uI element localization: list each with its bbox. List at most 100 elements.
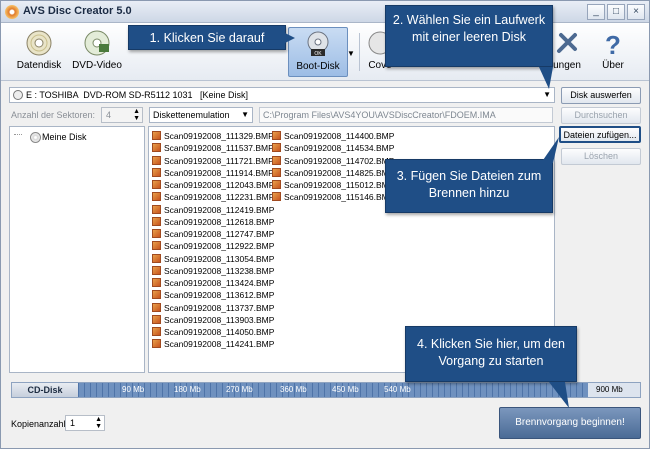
image-file-icon	[272, 192, 281, 202]
callout-step-2: 2. Wählen Sie ein Laufwerk mit einer lee…	[385, 5, 553, 67]
app-window: AVS Disc Creator 5.0 _ □ × Datendisk DVD…	[0, 0, 650, 449]
emulation-select[interactable]: Diskettenemulation ▼	[149, 107, 253, 123]
minimize-button[interactable]: _	[587, 4, 605, 20]
eject-disk-button[interactable]: Disk auswerfen	[561, 87, 641, 104]
file-item[interactable]: Scan09192008_113238.BMP	[152, 265, 274, 277]
sectors-stepper[interactable]: 4 ▲ ▼	[101, 107, 143, 123]
tree-item-my-disk[interactable]: Meine Disk	[30, 132, 87, 143]
image-file-icon	[152, 180, 161, 189]
image-path-field[interactable]: C:\Program Files\AVS4YOU\AVSDiscCreator\…	[259, 107, 553, 123]
file-item[interactable]: Scan09192008_112043.BMP	[152, 179, 274, 191]
file-name: Scan09192008_111914.BMP	[164, 167, 274, 178]
file-name: Scan09192008_113903.BMP	[164, 314, 275, 325]
image-file-icon	[152, 339, 161, 349]
maximize-button[interactable]: □	[607, 4, 625, 20]
file-item[interactable]: Scan09192008_113903.BMP	[152, 314, 274, 326]
file-item[interactable]: Scan09192008_112922.BMP	[152, 240, 274, 252]
file-item[interactable]: Scan09192008_114241.BMP	[152, 338, 274, 350]
drive-select[interactable]: E : TOSHIBA DVD-ROM SD-R5112 1031 [Keine…	[9, 87, 555, 103]
image-file-icon	[152, 241, 161, 251]
file-item[interactable]: Scan09192008_112747.BMP	[152, 228, 274, 240]
tree-line	[14, 134, 22, 135]
toolbar-data-disc-button[interactable]: Datendisk	[9, 27, 69, 77]
window-title: AVS Disc Creator 5.0	[23, 5, 132, 17]
file-item[interactable]: Scan09192008_113737.BMP	[152, 302, 274, 314]
image-file-icon	[152, 131, 161, 140]
callout-arrow	[541, 137, 559, 163]
file-item[interactable]: Scan09192008_114534.BMP	[272, 142, 394, 154]
drive-icon	[13, 90, 23, 100]
file-name: Scan09192008_114702.BMP	[284, 155, 395, 166]
image-file-icon	[152, 204, 161, 214]
image-file-icon	[152, 327, 161, 336]
file-name: Scan09192008_112419.BMP	[164, 204, 275, 215]
capacity-tick: 90 Mb	[122, 385, 145, 394]
file-item[interactable]: Scan09192008_113424.BMP	[152, 277, 274, 289]
file-name: Scan09192008_113424.BMP	[164, 278, 275, 288]
file-item[interactable]: Scan09192008_111537.BMP	[152, 142, 274, 154]
capacity-tick: 540 Mb	[384, 385, 411, 394]
close-button[interactable]: ×	[627, 4, 645, 20]
toolbar-settings-button[interactable]: ungen	[547, 27, 587, 77]
file-item[interactable]: Scan09192008_115146.BMP	[272, 191, 394, 203]
drive-name: E : TOSHIBA DVD-ROM SD-R5112 1031	[26, 90, 193, 100]
add-files-button[interactable]: Dateien zufügen...	[559, 126, 641, 143]
file-item[interactable]: Scan09192008_115012.BMP	[272, 179, 394, 191]
copies-stepper[interactable]: 1 ▲ ▼	[65, 415, 105, 431]
toolbar-help-button[interactable]: ? Über	[583, 27, 643, 77]
callout-step-3: 3. Fügen Sie Dateien zum Brennen hinzu	[385, 159, 553, 213]
file-item[interactable]: Scan09192008_114050.BMP	[152, 326, 274, 338]
file-item[interactable]: Scan09192008_114702.BMP	[272, 155, 394, 167]
file-name: Scan09192008_112922.BMP	[164, 241, 275, 252]
toolbar-boot-disk-button[interactable]: OK Boot-Disk	[288, 27, 348, 77]
image-file-icon	[272, 143, 281, 153]
delete-button[interactable]: Löschen	[561, 148, 641, 165]
file-item[interactable]: Scan09192008_112618.BMP	[152, 216, 274, 228]
image-file-icon	[272, 180, 281, 189]
callout-arrow	[539, 67, 553, 89]
sectors-value: 4	[106, 110, 112, 120]
file-item[interactable]: Scan09192008_114825.BMP	[272, 167, 394, 179]
image-file-icon	[152, 192, 161, 202]
tree-item-label: Meine Disk	[42, 132, 87, 142]
image-file-icon	[272, 131, 281, 140]
file-item[interactable]: Scan09192008_113612.BMP	[152, 289, 274, 301]
toolbar-separator	[359, 33, 360, 71]
file-item[interactable]: Scan09192008_111914.BMP	[152, 167, 274, 179]
settings-icon	[557, 33, 577, 53]
browse-button[interactable]: Durchsuchen	[561, 107, 641, 124]
image-file-icon	[152, 143, 161, 153]
toolbar-dvd-video-button[interactable]: DVD-Video	[67, 27, 127, 77]
image-file-icon	[272, 167, 281, 177]
file-item[interactable]: Scan09192008_111329.BMP	[152, 130, 274, 142]
capacity-tick: 270 Mb	[226, 385, 253, 394]
help-icon: ?	[605, 30, 621, 57]
image-file-icon	[152, 167, 161, 177]
file-name: Scan09192008_115012.BMP	[284, 180, 395, 190]
copies-value: 1	[70, 418, 76, 428]
disk-type-label[interactable]: CD-Disk	[12, 383, 78, 397]
boot-disk-icon: OK	[307, 31, 329, 57]
file-name: Scan09192008_113612.BMP	[164, 290, 275, 301]
toolbar-dropdown-arrow[interactable]: ▼	[347, 49, 355, 58]
file-item[interactable]: Scan09192008_113054.BMP	[152, 253, 274, 265]
callout-step-1: 1. Klicken Sie darauf	[128, 25, 286, 50]
file-name: Scan09192008_113238.BMP	[164, 265, 275, 276]
capacity-tick: 180 Mb	[174, 385, 201, 394]
file-item[interactable]: Scan09192008_111721.BMP	[152, 155, 274, 167]
stepper-arrows-icon[interactable]: ▲ ▼	[133, 108, 140, 122]
stepper-arrows-icon[interactable]: ▲ ▼	[95, 416, 102, 430]
toolbar-label: Datendisk	[16, 60, 62, 71]
callout-arrow	[281, 31, 295, 45]
copies-label: Kopienanzahl:	[11, 419, 69, 429]
file-item[interactable]: Scan09192008_112231.BMP	[152, 191, 274, 203]
file-name: Scan09192008_113737.BMP	[164, 302, 275, 313]
start-burn-button[interactable]: Brennvorgang beginnen!	[499, 407, 641, 439]
file-item[interactable]: Scan09192008_114400.BMP	[272, 130, 394, 142]
capacity-tick: 450 Mb	[332, 385, 359, 394]
file-item[interactable]: Scan09192008_112419.BMP	[152, 204, 274, 216]
drive-status: [Keine Disk]	[200, 90, 249, 100]
capacity-end-tick: 900 Mb	[596, 385, 623, 394]
file-name: Scan09192008_112618.BMP	[164, 216, 275, 227]
chevron-down-icon: ▼	[543, 90, 551, 99]
